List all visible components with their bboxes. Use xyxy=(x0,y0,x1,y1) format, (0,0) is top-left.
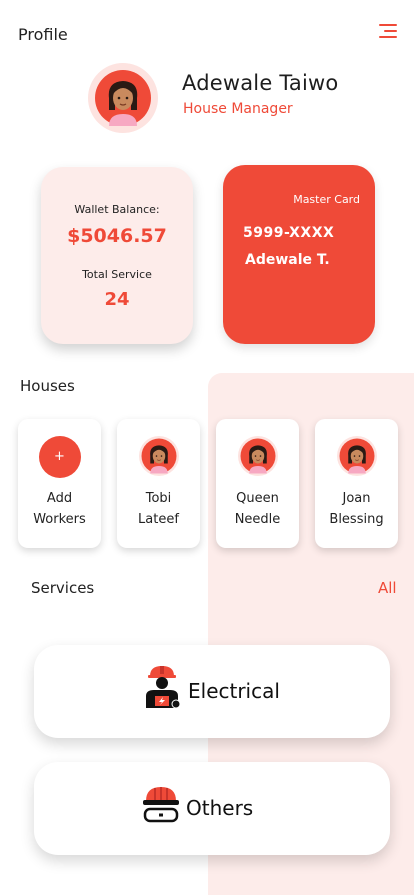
wallet-balance-label: Wallet Balance: xyxy=(74,203,160,216)
service-electrical-button[interactable]: Electrical xyxy=(34,645,390,738)
worker-avatar-icon xyxy=(336,436,377,476)
page-title: Profile xyxy=(18,25,68,44)
worker-name: Joan Blessing xyxy=(329,491,384,527)
add-workers-button[interactable]: + Add Workers xyxy=(18,419,101,548)
worker-tile-queen-needle[interactable]: Queen Needle xyxy=(216,419,299,548)
total-service-value: 24 xyxy=(104,289,130,310)
worker-avatar-icon xyxy=(237,436,278,476)
worker-avatar-icon xyxy=(138,436,179,476)
hamburger-menu-icon[interactable] xyxy=(377,22,397,40)
wallet-balance-value: $5046.57 xyxy=(67,225,167,247)
card-title: Master Card xyxy=(293,193,360,206)
service-label: Electrical xyxy=(188,679,280,703)
worker-tile-joan-blessing[interactable]: Joan Blessing xyxy=(315,419,398,548)
profile-name: Adewale Taiwo xyxy=(182,71,339,95)
card-number: 5999-XXXX xyxy=(243,225,335,241)
electrician-icon xyxy=(146,666,181,709)
worker-tile-tobi-lateef[interactable]: Tobi Lateef xyxy=(117,419,200,548)
service-label: Others xyxy=(186,796,254,820)
total-service-label: Total Service xyxy=(82,268,152,281)
profile-role: House Manager xyxy=(183,101,293,117)
master-card[interactable]: Master Card 5999-XXXX Adewale T. xyxy=(223,165,375,344)
card-holder: Adewale T. xyxy=(245,252,330,268)
worker-name: Queen Needle xyxy=(234,491,281,527)
user-avatar-icon[interactable] xyxy=(88,63,158,133)
hard-hat-goggles-icon xyxy=(143,787,179,823)
services-heading: Services xyxy=(31,579,95,597)
worker-name: Tobi Lateef xyxy=(138,491,179,527)
services-all-link[interactable]: All xyxy=(378,579,397,597)
service-others-button[interactable]: Others xyxy=(34,762,390,855)
add-workers-label: Add Workers xyxy=(33,491,86,527)
wallet-card[interactable]: Wallet Balance: $5046.57 Total Service 2… xyxy=(41,167,193,344)
houses-heading: Houses xyxy=(20,377,75,395)
plus-icon: + xyxy=(38,436,81,478)
